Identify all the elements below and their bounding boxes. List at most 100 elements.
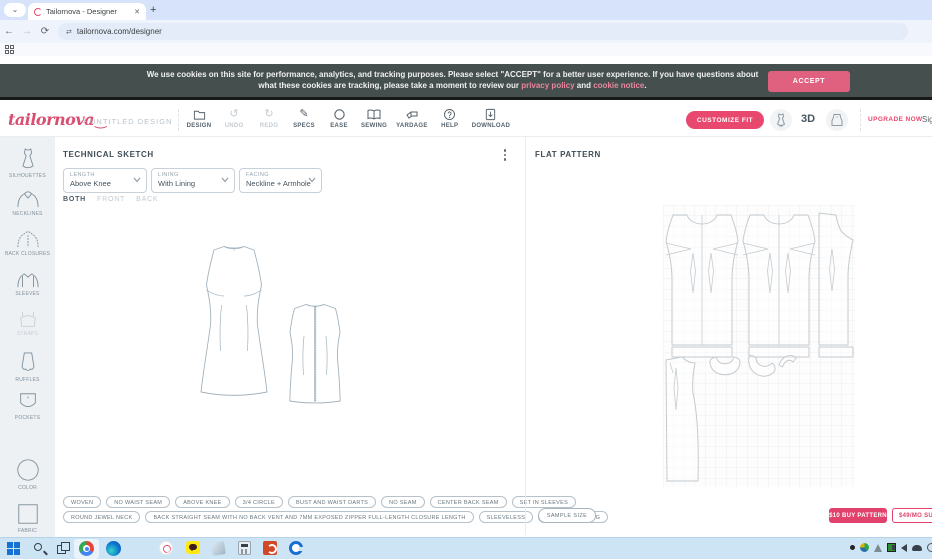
mode-3d-label: 3D (801, 113, 815, 125)
facing-dropdown[interactable]: FACING Neckline + Armhole (239, 168, 322, 193)
site-settings-icon[interactable]: ⇄ (66, 28, 72, 36)
customize-fit-button[interactable]: CUSTOMIZE FIT (686, 111, 764, 129)
mannequin-view-button[interactable] (770, 109, 792, 131)
apps-grid-icon[interactable] (5, 45, 14, 54)
browser-tab[interactable]: Tailornova - Designer ✕ (28, 3, 146, 20)
flat-pattern-title: FLAT PATTERN (535, 150, 601, 159)
system-tray (850, 543, 930, 552)
feature-tag[interactable]: ABOVE KNEE (175, 496, 229, 508)
sidebar-item-label: COLOR (18, 485, 37, 491)
length-dropdown[interactable]: LENGTH Above Knee (63, 168, 147, 193)
feature-tag[interactable]: CENTER BACK SEAM (430, 496, 507, 508)
tool-label: DESIGN (187, 123, 212, 129)
breadcrumb-separator: > (82, 117, 87, 126)
design-button[interactable]: DESIGN (186, 108, 212, 129)
sign-in-link[interactable]: Sig (922, 115, 932, 124)
sample-size-button[interactable]: SAMPLE SIZE (538, 508, 596, 523)
sidebar-item-straps[interactable]: STRAPS (0, 309, 55, 337)
feature-tag[interactable]: NO WAIST SEAM (106, 496, 170, 508)
feature-tag[interactable]: BACK STRAIGHT SEAM WITH NO BACK VENT AND… (145, 511, 473, 523)
tray-globe-icon[interactable] (860, 543, 869, 552)
browser-toolbar: ← → ⟳ ⇄ tailornova.com/designer (0, 20, 932, 43)
search-icon[interactable] (32, 541, 48, 557)
redo-button[interactable]: ↻ REDO (256, 108, 282, 129)
powerpoint-icon[interactable] (263, 541, 279, 557)
tool-label: EASE (330, 123, 348, 129)
sidebar-item-silhouettes[interactable]: SILHOUETTES (0, 147, 55, 179)
dress-technical-sketch (190, 233, 360, 418)
sidebar-item-ruffles[interactable]: RUFFLES (0, 351, 55, 383)
design-name[interactable]: UNTITLED DESIGN (90, 117, 173, 126)
tab-search-chevron-icon[interactable]: ⌄ (4, 3, 26, 17)
sidebar-item-back-closures[interactable]: BACK CLOSURES (0, 227, 55, 257)
sidebar-item-fabric[interactable]: FABRIC (0, 502, 55, 534)
accept-cookies-button[interactable]: ACCEPT (768, 71, 850, 92)
notes-app-icon[interactable] (212, 541, 228, 557)
panel-menu-icon[interactable] (500, 149, 510, 165)
reload-icon[interactable]: ⟳ (36, 26, 54, 37)
header-toolbar: DESIGN ↺ UNDO ↻ REDO ✎ SPECS EASE SEWING (186, 108, 510, 129)
specs-button[interactable]: ✎ SPECS (291, 108, 317, 129)
tab-back[interactable]: BACK (136, 196, 158, 203)
sidebar-item-label: NECKLINES (12, 211, 42, 217)
back-icon[interactable]: ← (0, 26, 18, 37)
tab-close-icon[interactable]: ✕ (134, 8, 140, 16)
tailornova-favicon-icon (34, 8, 42, 16)
help-button[interactable]: HELP (437, 108, 463, 129)
sidebar-item-label: FABRIC (18, 528, 37, 534)
mannequin-icon (775, 113, 787, 127)
tray-clipped-icon[interactable] (927, 543, 932, 552)
privacy-policy-link[interactable]: privacy policy (521, 81, 574, 90)
pencil-icon: ✎ (299, 108, 308, 121)
cookie-notice-link[interactable]: cookie notice (593, 81, 644, 90)
tray-network-icon[interactable] (874, 544, 882, 552)
edge-icon[interactable] (106, 541, 122, 557)
start-button-icon[interactable] (7, 541, 23, 557)
header-divider (860, 109, 861, 131)
tab-front[interactable]: FRONT (97, 196, 125, 203)
feature-tag[interactable]: SET IN SLEEVES (512, 496, 576, 508)
tray-volume-icon[interactable] (901, 544, 907, 552)
design-app-icon[interactable] (159, 541, 175, 557)
feature-tag[interactable]: WOVEN (63, 496, 101, 508)
tray-cloud-icon[interactable] (912, 545, 922, 551)
feature-tag[interactable]: ROUND JEWEL NECK (63, 511, 140, 523)
help-icon (443, 108, 456, 121)
sidebar-item-pockets[interactable]: POCKETS (0, 391, 55, 421)
dropdown-value: Above Knee (70, 179, 111, 188)
tool-label: SPECS (293, 123, 315, 129)
sidebar-item-color[interactable]: COLOR (0, 457, 55, 491)
buy-pattern-button[interactable]: $10 BUY PATTERN (829, 508, 887, 523)
sewing-button[interactable]: SEWING (361, 108, 387, 129)
sidebar-item-label: SLEEVES (15, 291, 39, 297)
forward-icon[interactable]: → (18, 26, 36, 37)
yardage-button[interactable]: YARDAGE (396, 108, 428, 129)
download-button[interactable]: DOWNLOAD (472, 108, 510, 129)
ease-button[interactable]: EASE (326, 108, 352, 129)
calculator-icon[interactable] (238, 541, 254, 557)
subscription-button[interactable]: $49/MO SUBS (892, 508, 932, 523)
blue-c-app-icon[interactable] (289, 541, 305, 557)
sidebar-item-label: SILHOUETTES (9, 173, 46, 179)
address-bar[interactable]: ⇄ tailornova.com/designer (58, 23, 908, 40)
sidebar-item-sleeves[interactable]: SLEEVES (0, 267, 55, 297)
sidebar-item-necklines[interactable]: NECKLINES (0, 187, 55, 217)
pocket-icon (17, 391, 39, 413)
feature-tag[interactable]: NO SEAM (381, 496, 424, 508)
feature-tag[interactable]: BUST AND WAIST DARTS (288, 496, 376, 508)
new-tab-icon[interactable]: + (150, 5, 156, 16)
lining-dropdown[interactable]: LINING With Lining (151, 168, 235, 193)
undo-button[interactable]: ↺ UNDO (221, 108, 247, 129)
chrome-icon[interactable] (79, 541, 95, 557)
pattern-view-button[interactable] (826, 109, 848, 131)
upgrade-now-link[interactable]: UPGRADE NOW (868, 116, 923, 123)
feature-tag[interactable]: 3/4 CIRCLE (235, 496, 283, 508)
tray-dot-icon[interactable] (850, 545, 855, 550)
tab-both[interactable]: BOTH (63, 196, 86, 203)
tool-label: SEWING (361, 123, 387, 129)
tab-title: Tailornova - Designer (46, 7, 130, 16)
color-circle-icon (15, 457, 41, 483)
task-view-icon[interactable] (56, 541, 72, 557)
kakaotalk-icon[interactable] (186, 541, 202, 557)
silhouette-dress-icon (17, 147, 39, 171)
